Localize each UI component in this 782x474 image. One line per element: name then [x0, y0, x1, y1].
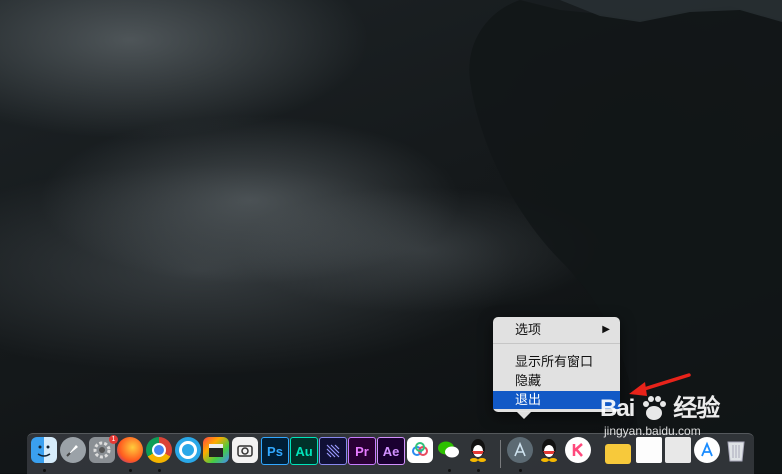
folder-icon[interactable] — [605, 444, 631, 464]
documents-stack-icon[interactable] — [636, 437, 662, 463]
chat-bubbles-icon — [438, 441, 459, 458]
letter-a-icon — [701, 441, 713, 457]
browser-q-icon[interactable] — [175, 437, 201, 463]
menu-item-label: 隐藏 — [515, 373, 542, 388]
premiere-icon[interactable]: Pr — [348, 437, 376, 465]
menu-item-options[interactable]: 选项 ▶ — [493, 321, 620, 339]
menu-separator — [493, 343, 620, 344]
qq-icon-2[interactable] — [536, 437, 562, 463]
notification-badge: 1 — [109, 435, 118, 444]
app-store-like-icon[interactable] — [507, 437, 533, 463]
chrome-center-icon — [152, 443, 166, 457]
dock-separator — [500, 440, 501, 468]
menu-item-show-all-windows[interactable]: 显示所有窗口 — [493, 353, 620, 371]
after-effects-icon[interactable]: Ae — [377, 437, 405, 465]
running-indicator — [129, 469, 132, 472]
kwai-k-icon[interactable] — [565, 437, 591, 463]
letter-k-icon — [572, 443, 583, 457]
running-indicator — [519, 469, 522, 472]
trash-can-icon — [727, 441, 745, 462]
app-store-icon[interactable] — [694, 437, 720, 463]
running-indicator — [477, 469, 480, 472]
wechat-icon[interactable] — [436, 437, 462, 463]
audition-icon[interactable]: Au — [290, 437, 318, 465]
menu-pointer — [516, 411, 532, 419]
submenu-arrow-icon: ▶ — [602, 324, 610, 335]
camera-icon — [237, 445, 253, 457]
encoder-stripes-icon — [326, 444, 340, 458]
running-indicator — [43, 469, 46, 472]
gear-icon — [93, 441, 111, 459]
finder-face-icon — [37, 445, 51, 457]
baidu-netdisk-icon[interactable] — [407, 437, 433, 463]
trash-icon[interactable] — [723, 437, 749, 463]
finder-icon[interactable] — [31, 437, 57, 463]
clapper-icon — [209, 444, 223, 457]
rocket-icon — [66, 445, 78, 457]
running-indicator — [158, 469, 161, 472]
screenshot-app-icon[interactable] — [232, 437, 258, 463]
dock: 1 Ps Au Pr Ae — [27, 433, 754, 474]
photoshop-icon[interactable]: Ps — [261, 437, 289, 465]
launchpad-icon[interactable] — [60, 437, 86, 463]
running-indicator — [448, 469, 451, 472]
qq-icon[interactable] — [465, 437, 491, 463]
ring-icon — [179, 441, 197, 459]
media-encoder-icon[interactable] — [319, 437, 347, 465]
menu-item-label: 显示所有窗口 — [515, 354, 594, 369]
firefox-icon[interactable] — [117, 437, 143, 463]
image-stack-icon[interactable] — [665, 437, 691, 463]
menu-item-label: 选项 — [515, 322, 542, 337]
final-cut-pro-icon[interactable] — [203, 437, 229, 463]
watermark-brand: Bai — [600, 395, 635, 422]
cloud-icon — [412, 442, 428, 456]
paw-icon — [642, 396, 666, 420]
chrome-icon[interactable] — [146, 437, 172, 463]
watermark-url: jingyan.baidu.com — [604, 424, 701, 438]
baidu-jingyan-watermark: Bai 经验 jingyan.baidu.com — [600, 388, 720, 438]
penguin-icon — [541, 439, 557, 462]
menu-item-label: 退出 — [515, 392, 542, 407]
penguin-icon — [470, 439, 486, 462]
watermark-brand-suffix: 经验 — [673, 395, 720, 422]
letter-a-icon — [514, 441, 526, 457]
